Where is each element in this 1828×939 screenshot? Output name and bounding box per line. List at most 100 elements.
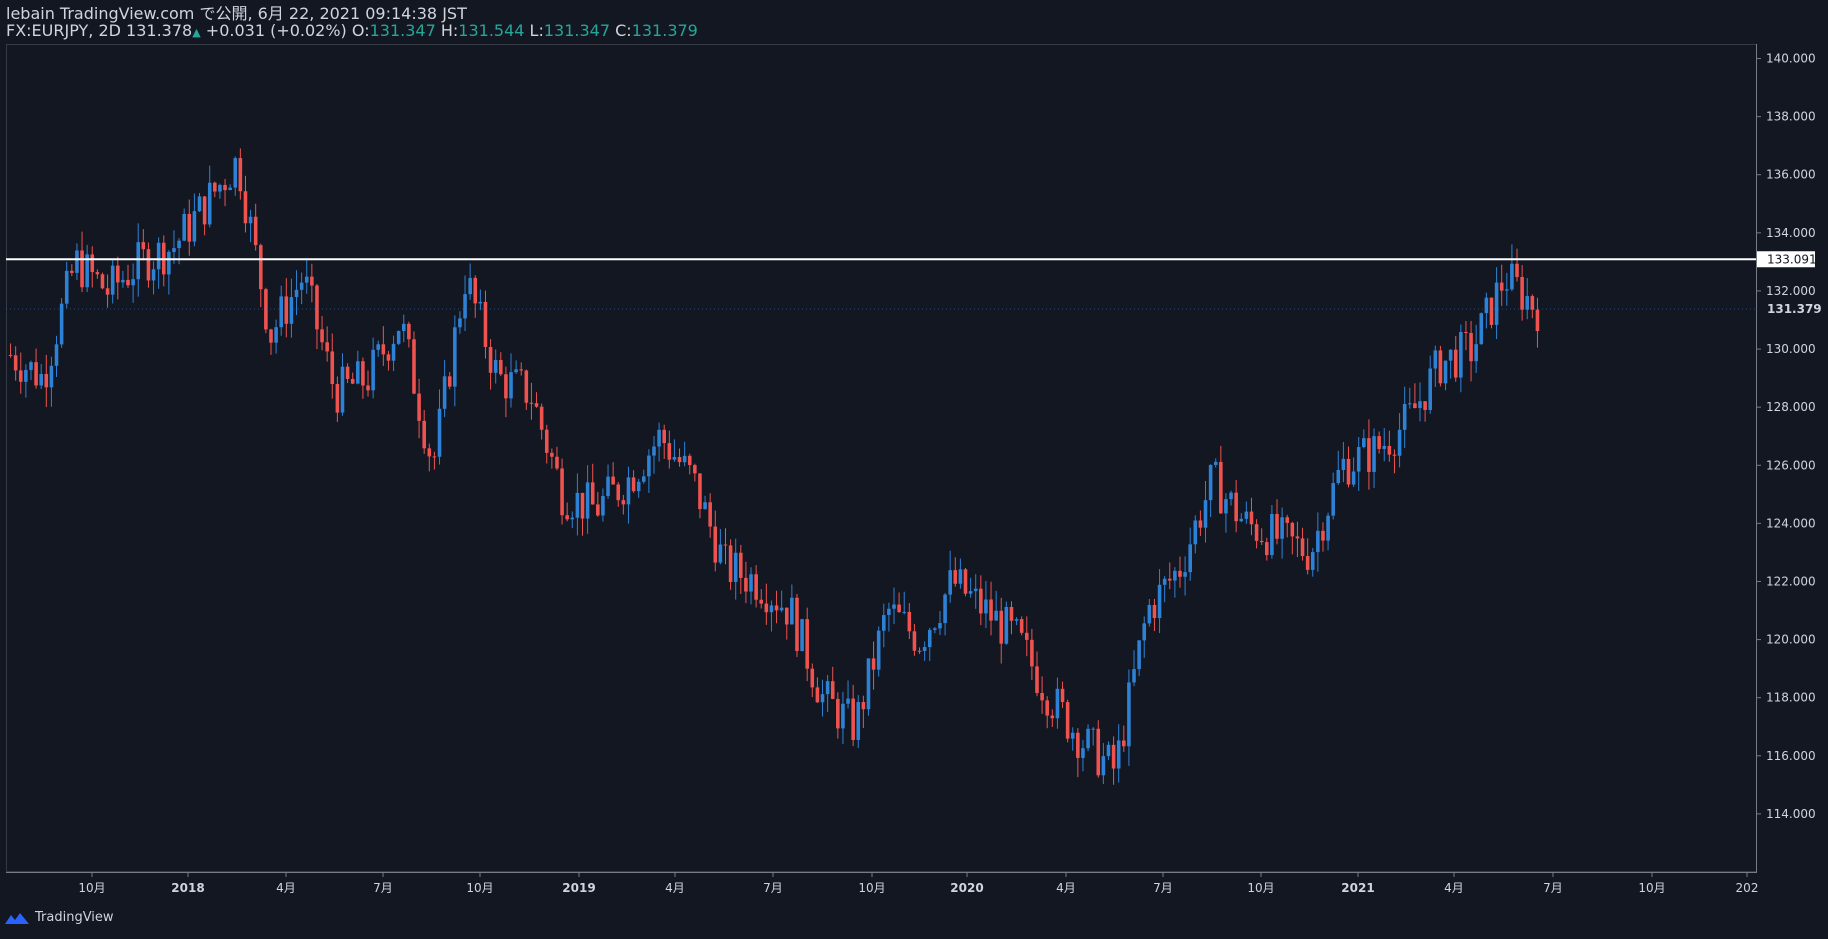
- candle-body: [1254, 524, 1259, 541]
- candle-body: [473, 277, 478, 304]
- candle-body: [754, 574, 758, 600]
- price-tick-label: 118.000: [1766, 691, 1816, 705]
- candle-body: [1040, 692, 1044, 701]
- candle-body: [279, 296, 283, 328]
- candle-body: [294, 289, 299, 298]
- candle-body: [29, 362, 33, 370]
- candle-body: [1356, 447, 1361, 472]
- candle-body: [1239, 518, 1244, 522]
- candle-body: [70, 270, 74, 273]
- last-price-label: 131.379: [1767, 302, 1822, 316]
- candle-body: [1530, 296, 1535, 310]
- price-tick-label: 114.000: [1766, 807, 1816, 821]
- candle-body: [1407, 403, 1412, 405]
- candle-body: [238, 158, 243, 192]
- price-tick-label: 120.000: [1766, 633, 1816, 647]
- time-tick-label: 7月: [373, 881, 393, 895]
- candle-body: [1111, 744, 1116, 769]
- candle-body: [136, 242, 141, 280]
- candle-body: [524, 370, 529, 403]
- candle-body: [790, 597, 794, 625]
- candle-body: [555, 456, 559, 469]
- hline-price-label: 133.091: [1767, 252, 1817, 266]
- candle-body: [1341, 458, 1346, 470]
- candle-body: [550, 452, 554, 457]
- candle-body: [1494, 282, 1499, 325]
- candle-body: [1122, 740, 1126, 747]
- candle-body: [963, 569, 968, 594]
- candle-body: [80, 250, 84, 288]
- candle-body: [258, 245, 263, 290]
- candle-body: [1213, 461, 1218, 465]
- candle-body: [1203, 500, 1208, 528]
- candle-body: [1265, 542, 1269, 556]
- candle-body: [1132, 669, 1136, 683]
- candle-body: [1489, 297, 1494, 325]
- candle-body: [64, 270, 69, 304]
- price-tick-label: 124.000: [1766, 516, 1816, 530]
- candle-body: [1469, 332, 1473, 362]
- candle-body: [13, 355, 18, 371]
- candle-body: [340, 366, 345, 413]
- candle-body: [299, 282, 304, 290]
- candle-body: [182, 213, 186, 241]
- candle-body: [427, 448, 432, 457]
- candle-body: [1162, 578, 1167, 585]
- candle-body: [284, 296, 289, 324]
- candle-body: [1305, 556, 1310, 570]
- time-tick-label: 2020: [950, 881, 983, 895]
- candle-body: [1050, 715, 1055, 719]
- candle-body: [1198, 520, 1203, 528]
- candle-body: [1474, 344, 1478, 362]
- candle-body: [453, 327, 457, 387]
- candle-body: [1428, 368, 1432, 410]
- candle-body: [687, 455, 692, 466]
- candle-body: [90, 254, 95, 273]
- price-chart[interactable]: 114.000 116.000 118.000 120.000 122.000 124.0…: [0, 0, 1828, 939]
- time-tick-label: 7月: [1153, 881, 1173, 895]
- candle-body: [350, 378, 355, 384]
- candle-body: [1382, 445, 1387, 449]
- candle-body: [437, 408, 442, 457]
- candle-body: [1188, 544, 1192, 573]
- candle-body: [75, 250, 79, 273]
- candle-body: [361, 361, 365, 386]
- candle-body: [851, 698, 855, 740]
- candle-body: [1351, 471, 1356, 485]
- candle-body: [718, 544, 723, 563]
- candle-body: [560, 468, 564, 516]
- candle-body: [1535, 309, 1540, 332]
- candle-body: [1024, 632, 1029, 640]
- candle-body: [207, 182, 212, 225]
- candle-body: [544, 429, 549, 453]
- candle-body: [24, 369, 28, 382]
- candle-body: [432, 456, 437, 458]
- candle-body: [141, 242, 146, 250]
- candle-body: [95, 272, 100, 275]
- candle-body: [1081, 748, 1085, 758]
- candle-body: [478, 301, 483, 304]
- candle-body: [641, 476, 646, 482]
- candle-body: [177, 240, 181, 249]
- candle-body: [667, 443, 672, 460]
- candle-body: [973, 588, 978, 592]
- candle-body: [1070, 732, 1075, 739]
- candle-body: [422, 420, 426, 449]
- candle-body: [151, 269, 156, 281]
- candle-body: [861, 702, 866, 710]
- candle-body: [100, 274, 105, 289]
- brand-label: TradingView: [35, 910, 114, 925]
- candle-body: [514, 369, 518, 373]
- candle-body: [1014, 619, 1019, 621]
- candle-body: [922, 647, 927, 651]
- candle-body: [897, 604, 901, 613]
- candle-body: [994, 610, 998, 621]
- candle-body: [534, 403, 539, 407]
- candle-body: [1372, 436, 1376, 472]
- candle-body: [943, 594, 947, 624]
- candle-body: [1009, 606, 1014, 621]
- candle-body: [1387, 445, 1392, 455]
- footer[interactable]: TradingView: [4, 910, 114, 925]
- candle-body: [493, 359, 498, 373]
- candle-body: [682, 455, 687, 463]
